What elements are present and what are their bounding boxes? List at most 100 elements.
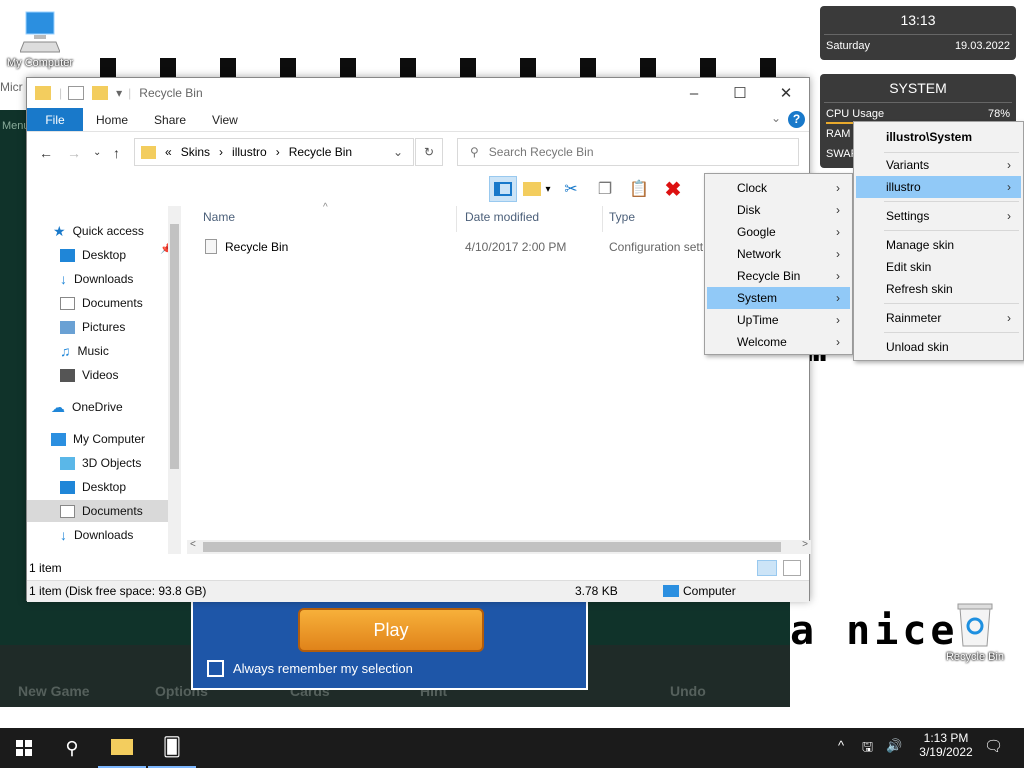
nav-documents-2[interactable]: Documents (27, 500, 168, 522)
breadcrumb-overflow[interactable]: « (165, 145, 172, 159)
nav-videos[interactable]: Videos (60, 364, 118, 386)
menu-item-unload-skin[interactable]: Unload skin (856, 336, 1021, 358)
nav-quick-access[interactable]: ★ Quick access (53, 220, 144, 242)
menu-item-clock[interactable]: Clock › (707, 177, 850, 199)
content-scrollbar-thumb[interactable] (203, 542, 781, 552)
menu-item-settings[interactable]: Settings › (856, 205, 1021, 227)
copy-icon[interactable]: ❐ (591, 176, 619, 202)
menu-item-network[interactable]: Network › (707, 243, 850, 265)
nav-downloads[interactable]: ↓ Downloads (60, 268, 133, 290)
nav-desktop-2[interactable]: Desktop (60, 476, 126, 498)
column-type[interactable]: Type (609, 210, 635, 224)
cut-icon[interactable]: ✂ (557, 176, 585, 202)
chevron-up-icon[interactable]: ^ (838, 738, 844, 753)
close-button[interactable]: ✕ (763, 78, 809, 108)
search-icon: ⚲ (470, 145, 479, 159)
column-divider[interactable] (456, 206, 457, 232)
nav-onedrive[interactable]: ☁ OneDrive (51, 396, 123, 418)
menu-item-label: Refresh skin (886, 282, 953, 296)
view-options-icon[interactable]: ▾ (523, 176, 551, 202)
window-title: Recycle Bin (139, 86, 203, 100)
maximize-button[interactable]: ☐ (717, 78, 763, 108)
nav-scrollbar-thumb[interactable] (170, 224, 179, 469)
address-dropdown-icon[interactable]: ⌄ (393, 145, 403, 159)
tab-file[interactable]: File (27, 108, 83, 131)
nav-my-computer[interactable]: My Computer (51, 428, 145, 450)
scroll-right-icon[interactable]: > (802, 539, 808, 550)
tab-share[interactable]: Share (141, 108, 199, 131)
menu-item-label: Clock (737, 181, 768, 195)
menu-item-welcome[interactable]: Welcome › (707, 331, 850, 353)
menu-item-rainmeter[interactable]: Rainmeter › (856, 307, 1021, 329)
nav-3d-objects[interactable]: 3D Objects (60, 452, 141, 474)
tab-view[interactable]: View (199, 108, 251, 131)
nav-scrollbar[interactable] (168, 206, 181, 554)
menu-item-manage-skin[interactable]: Manage skin (856, 234, 1021, 256)
menu-item-system[interactable]: System › (707, 287, 850, 309)
delete-icon[interactable]: ✖ (659, 176, 687, 202)
nav-downloads-2[interactable]: ↓ Downloads (60, 524, 133, 546)
recycle-bin-desktop-icon[interactable]: Recycle Bin (935, 602, 1015, 663)
new-game-button[interactable]: New Game (18, 683, 90, 699)
menu-item-illustro[interactable]: illustro › (856, 176, 1021, 198)
notifications-icon[interactable]: 🗨 (984, 737, 1003, 755)
taskbar-solitaire[interactable]: 🂠 (148, 728, 196, 768)
menu-item-edit-skin[interactable]: Edit skin (856, 256, 1021, 278)
menu-item-variants[interactable]: Variants › (856, 154, 1021, 176)
nav-music[interactable]: ♫ Music (60, 340, 109, 362)
quick-access-dropdown-icon[interactable]: ▾ (116, 86, 122, 100)
search-button[interactable]: ⚲ (48, 728, 96, 768)
menu-item-label: Recycle Bin (737, 269, 801, 283)
paste-icon[interactable]: 📋 (625, 176, 653, 202)
nav-documents[interactable]: Documents (60, 292, 143, 314)
volume-icon[interactable]: 🔊 (886, 738, 902, 754)
clock-widget[interactable]: 13:13 Saturday 19.03.2022 (820, 6, 1016, 60)
tab-home[interactable]: Home (83, 108, 141, 131)
content-scrollbar[interactable]: < > (187, 539, 811, 554)
remember-selection[interactable]: Always remember my selection (207, 660, 413, 677)
nav-pictures[interactable]: Pictures (60, 316, 125, 338)
remember-checkbox[interactable] (207, 660, 224, 677)
column-divider[interactable] (602, 206, 603, 232)
new-folder-icon[interactable] (92, 86, 109, 100)
music-icon: ♫ (60, 343, 71, 359)
properties-icon[interactable] (68, 86, 85, 100)
cpu-value: 78% (987, 108, 1010, 120)
start-button[interactable] (0, 728, 48, 768)
preview-pane-icon[interactable] (489, 176, 517, 202)
menu-item-uptime[interactable]: UpTime › (707, 309, 850, 331)
refresh-button[interactable]: ↻ (415, 138, 443, 166)
help-icon[interactable]: ? (788, 111, 805, 128)
scroll-left-icon[interactable]: < (190, 539, 196, 550)
nav-label: Pictures (82, 320, 126, 334)
my-computer-desktop-icon[interactable]: My Computer (0, 10, 80, 69)
breadcrumb-skins[interactable]: Skins (181, 145, 210, 159)
breadcrumb-illustro[interactable]: illustro (232, 145, 267, 159)
recent-locations-icon[interactable]: ⌄ (93, 147, 101, 158)
menu-item-disk[interactable]: Disk › (707, 199, 850, 221)
system-title: SYSTEM (889, 80, 947, 96)
network-icon[interactable]: 🖫 (862, 738, 873, 760)
forward-icon[interactable]: → (67, 145, 81, 161)
breadcrumb-recycle-bin[interactable]: Recycle Bin (289, 145, 352, 159)
search-box[interactable]: ⚲ Search Recycle Bin (457, 138, 799, 166)
expand-ribbon-icon[interactable]: ⌄ (771, 111, 781, 125)
menu-item-label: Welcome (737, 335, 787, 349)
up-icon[interactable]: ↑ (113, 145, 120, 161)
clock-date: 19.03.2022 (954, 40, 1010, 52)
column-date-modified[interactable]: Date modified (465, 210, 539, 224)
taskbar-explorer[interactable] (98, 728, 146, 768)
menu-item-refresh-skin[interactable]: Refresh skin (856, 278, 1021, 300)
back-icon[interactable]: ← (39, 145, 53, 161)
taskbar-clock[interactable]: 1:13 PM 3/19/2022 (914, 731, 978, 759)
large-icons-view-icon[interactable] (783, 560, 801, 576)
undo-button[interactable]: Undo (670, 683, 706, 699)
menu-item-google[interactable]: Google › (707, 221, 850, 243)
nav-desktop[interactable]: Desktop (60, 244, 126, 266)
column-name[interactable]: Name (203, 210, 235, 224)
menu-item-recycle-bin[interactable]: Recycle Bin › (707, 265, 850, 287)
minimize-button[interactable]: – (671, 78, 717, 108)
address-bar[interactable]: « Skins › illustro › Recycle Bin ⌄ (134, 138, 414, 166)
play-button[interactable]: Play (298, 608, 484, 652)
details-view-icon[interactable] (757, 560, 777, 576)
